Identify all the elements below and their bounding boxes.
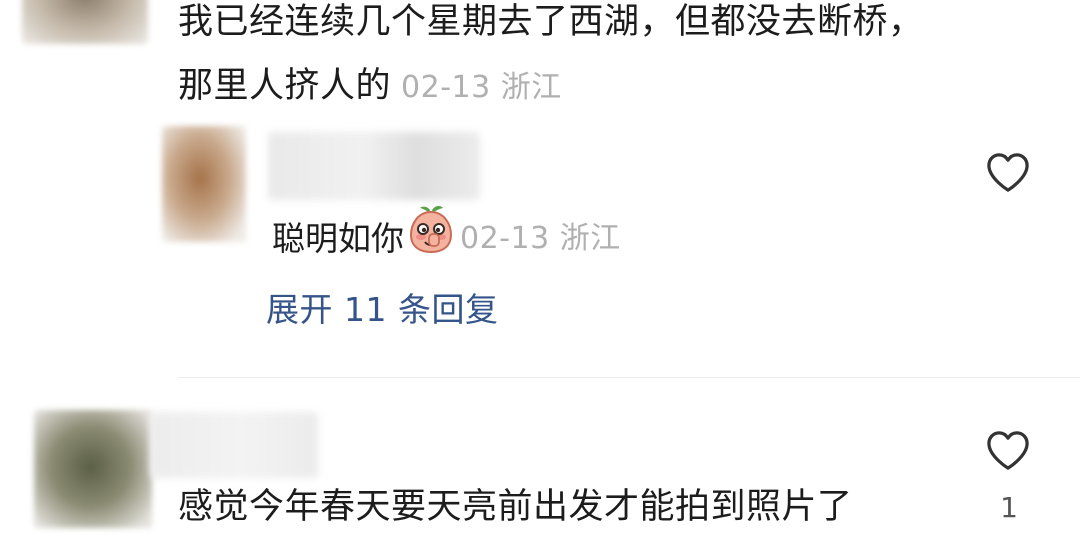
- like-button[interactable]: [984, 150, 1032, 194]
- divider: [178, 377, 1080, 378]
- avatar[interactable]: [22, 0, 148, 44]
- comment-location: 浙江: [500, 70, 562, 105]
- comment-username[interactable]: [150, 412, 318, 478]
- comment-item[interactable]: 我已经连续几个星期去了西湖，但都没去断桥，那里人挤人的 02-13 浙江: [178, 0, 958, 120]
- shy-peach-emoji: [408, 204, 454, 273]
- reply-avatar[interactable]: [162, 126, 246, 242]
- heart-outline-icon: [987, 431, 1029, 470]
- heart-outline-icon: [987, 153, 1029, 192]
- like-button[interactable]: [984, 428, 1032, 472]
- comment-thread: 我已经连续几个星期去了西湖，但都没去断桥，那里人挤人的 02-13 浙江 聪明如你…: [0, 0, 1080, 537]
- like-count: 1: [1000, 491, 1018, 524]
- comment-meta: 02-13 浙江: [401, 70, 562, 105]
- reply-location: 浙江: [559, 220, 621, 256]
- comment-text: 感觉今年春天要天亮前出发才能拍到照片了: [178, 487, 853, 527]
- reply-meta: 02-13 浙江: [460, 209, 621, 269]
- expand-replies-link[interactable]: 展开 11 条回复: [266, 282, 498, 338]
- comment-date: 02-13: [401, 70, 491, 105]
- reply-text: 聪明如你: [272, 218, 404, 258]
- avatar[interactable]: [34, 410, 152, 528]
- reply-item[interactable]: 聪明如你 02-13 浙江: [272, 204, 621, 273]
- reply-username[interactable]: [268, 132, 480, 200]
- comment-item[interactable]: 感觉今年春天要天亮前出发才能拍到照片了: [178, 476, 853, 537]
- reply-date: 02-13: [460, 220, 550, 256]
